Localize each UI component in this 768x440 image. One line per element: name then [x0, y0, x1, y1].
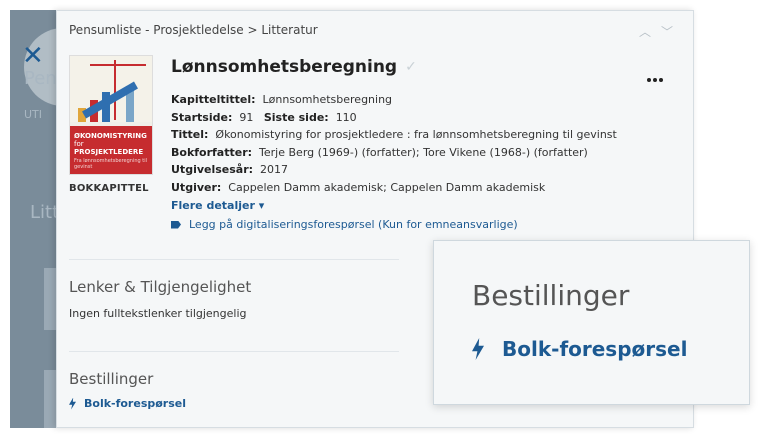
zoom-callout: Bestillinger Bolk-forespørsel — [433, 240, 750, 405]
callout-title: Bestillinger — [472, 279, 630, 312]
meta-value: Terje Berg (1969-) (forfatter); Tore Vik… — [259, 145, 588, 159]
meta-label: Tittel: — [171, 128, 209, 142]
nav-arrows[interactable]: ︿﹀ — [639, 23, 683, 40]
meta-value: 110 — [335, 110, 357, 124]
links-section-title: Lenker & Tilgjengelighet — [69, 278, 252, 296]
bulk-request-link[interactable]: Bolk-forespørsel — [69, 397, 186, 410]
record-metadata: Kapitteltittel: Lønnsomhetsberegning Sta… — [171, 91, 617, 197]
chevron-up-icon[interactable]: ︿ — [639, 25, 661, 39]
cover-title-line2: for — [74, 140, 84, 148]
meta-label: Kapitteltittel: — [171, 93, 256, 106]
meta-value: Økonomistyring for prosjektledere : fra … — [215, 128, 617, 142]
book-cover: ØKONOMISTYRING for PROSJEKTLEDERE Fra lø… — [69, 55, 153, 175]
bulk-request-label: Bolk-forespørsel — [84, 397, 187, 410]
cover-title-line3: PROSJEKTLEDERE — [74, 148, 144, 156]
record-title: Lønnsomhetsberegning — [171, 57, 398, 77]
links-section-text: Ingen fulltekstlenker tilgjengelig — [69, 307, 247, 320]
divider — [69, 351, 399, 352]
meta-value: Cappelen Damm akademisk; Cappelen Damm a… — [228, 180, 546, 194]
meta-row-title: Tittel: Økonomistyring for prosjektleder… — [171, 126, 617, 144]
title-row: Lønnsomhetsberegning ✓ — [171, 57, 417, 77]
meta-label: Startside: — [171, 110, 233, 124]
digitization-request-label: Legg på digitaliseringsforespørsel (Kun … — [189, 218, 518, 231]
digitization-request-link[interactable]: Legg på digitaliseringsforespørsel (Kun … — [171, 218, 518, 231]
cover-crane — [114, 60, 116, 120]
meta-label: Siste side: — [263, 110, 329, 124]
chevron-down-icon[interactable]: ﹀ — [661, 25, 683, 39]
bolt-icon — [69, 397, 76, 410]
bg-text-3: Litt — [30, 202, 60, 223]
more-details-link[interactable]: Flere detaljer ▾ — [171, 199, 264, 212]
meta-label: Utgiver: — [171, 180, 222, 194]
divider — [69, 259, 399, 260]
meta-row-year: Utgivelsesår: 2017 — [171, 161, 617, 179]
bolt-icon — [472, 338, 484, 360]
meta-row-chapter-title: Kapitteltittel: Lønnsomhetsberegning — [171, 91, 617, 109]
bg-text-2: UTI — [24, 108, 43, 121]
resource-type-label: BOKKAPITTEL — [69, 183, 149, 194]
meta-row-authors: Bokforfatter: Terje Berg (1969-) (forfat… — [171, 144, 617, 162]
meta-row-pages: Startside: 91 Siste side: 110 — [171, 109, 617, 127]
cover-title: ØKONOMISTYRING for PROSJEKTLEDERE — [74, 132, 147, 156]
meta-row-publisher: Utgiver: Cappelen Damm akademisk; Cappel… — [171, 179, 617, 197]
meta-value: 91 — [239, 110, 254, 124]
cover-title-line1: ØKONOMISTYRING — [74, 132, 147, 140]
meta-value: Lønnsomhetsberegning — [262, 93, 393, 106]
cover-subtitle: Fra lønnsomhetsberegning til gevinst — [74, 158, 148, 170]
tag-icon — [171, 220, 181, 229]
check-icon: ✓ — [405, 59, 417, 75]
breadcrumb: Pensumliste - Prosjektledelse > Litterat… — [69, 23, 318, 37]
meta-label: Bokforfatter: — [171, 145, 253, 159]
more-options-icon[interactable] — [647, 67, 669, 82]
callout-bulk-request-label: Bolk-forespørsel — [502, 337, 688, 361]
close-icon[interactable]: ✕ — [22, 43, 46, 69]
orders-section-title: Bestillinger — [69, 370, 154, 388]
callout-bulk-request-link[interactable]: Bolk-forespørsel — [472, 337, 687, 361]
meta-label: Utgivelsesår: — [171, 163, 254, 177]
meta-value: 2017 — [260, 163, 289, 177]
cover-crane-arm — [90, 64, 146, 66]
